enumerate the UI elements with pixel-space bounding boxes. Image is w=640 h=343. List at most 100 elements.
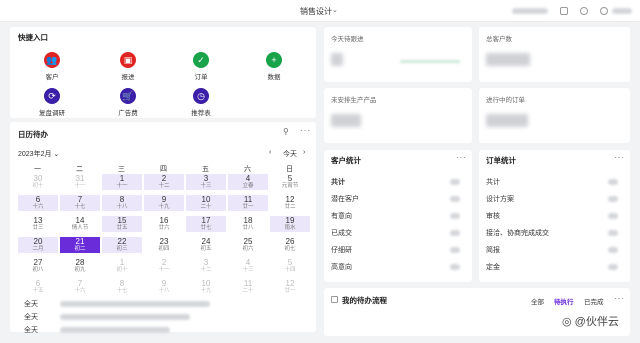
- calendar-day[interactable]: 2 十二: [144, 174, 184, 190]
- stat-row[interactable]: 已成交: [324, 226, 472, 238]
- calendar-day[interactable]: 5 元宵节: [270, 174, 310, 190]
- stat-card-unscheduled[interactable]: 未安排生产产品: [324, 88, 472, 143]
- next-month-icon[interactable]: ›: [303, 149, 305, 156]
- calendar-day[interactable]: 6 十六: [18, 195, 58, 211]
- quick-entry-item[interactable]: ▣ 报进: [108, 52, 148, 81]
- calendar-day-today[interactable]: 21 初二: [60, 237, 100, 253]
- day-number: 20: [33, 237, 43, 246]
- month-selector[interactable]: 2023年2月 ⌄: [18, 149, 59, 159]
- calendar-day[interactable]: 8 十八: [102, 195, 142, 211]
- todo-item[interactable]: 全天: [10, 324, 316, 336]
- stat-row[interactable]: 定金: [479, 260, 630, 272]
- calendar-day[interactable]: 7 十七: [60, 195, 100, 211]
- calendar-day[interactable]: 26 初七: [270, 237, 310, 253]
- calendar-day[interactable]: 12 廿一: [270, 279, 310, 295]
- todo-item[interactable]: 全天: [10, 298, 316, 310]
- lunar-date: 二十: [242, 288, 254, 294]
- quick-entry-item[interactable]: 🛒 广告费: [108, 88, 148, 117]
- calendar-day[interactable]: 15 廿五: [102, 216, 142, 232]
- more-icon[interactable]: ···: [614, 294, 625, 303]
- calendar-day[interactable]: 13 廿三: [18, 216, 58, 232]
- calendar-day[interactable]: 20 二月: [18, 237, 58, 253]
- quick-entry-item[interactable]: ◷ 推荐表: [181, 88, 221, 117]
- calendar-day[interactable]: 4 立春: [228, 174, 268, 190]
- stat-row[interactable]: 共计: [324, 175, 472, 187]
- todo-time: 全天: [24, 327, 38, 334]
- avatar[interactable]: [600, 7, 608, 15]
- stat-row-value: [608, 230, 618, 236]
- calendar-day[interactable]: 5 十四: [270, 258, 310, 274]
- day-number: 12: [285, 279, 295, 288]
- calendar-day[interactable]: 30 初十: [18, 174, 58, 190]
- quick-entry-item[interactable]: + 数据: [254, 52, 294, 81]
- more-icon[interactable]: ···: [456, 153, 467, 162]
- stat-row[interactable]: 设计方案: [479, 192, 630, 204]
- calendar-day[interactable]: 12 廿二: [270, 195, 310, 211]
- quick-entry-item[interactable]: ✓ 订单: [181, 52, 221, 81]
- calendar-day[interactable]: 9 十九: [144, 195, 184, 211]
- day-number: 14: [75, 216, 85, 225]
- checkbox[interactable]: [331, 296, 338, 303]
- more-icon[interactable]: ···: [300, 126, 311, 135]
- day-number: 5: [287, 174, 293, 183]
- prev-month-icon[interactable]: ‹: [269, 149, 271, 156]
- calendar-day[interactable]: 9 十八: [144, 279, 184, 295]
- calendar-day[interactable]: 3 十三: [186, 174, 226, 190]
- chevron-down-icon[interactable]: ⌄: [332, 6, 338, 14]
- quick-entry-item[interactable]: ⟳ 复盘调研: [32, 88, 72, 117]
- quick-entry-item[interactable]: 👥 客户: [32, 52, 72, 81]
- calendar-day[interactable]: 28 初九: [60, 258, 100, 274]
- todo-item[interactable]: 全天: [10, 311, 316, 323]
- calendar-day[interactable]: 4 十三: [228, 258, 268, 274]
- more-icon[interactable]: ···: [614, 153, 625, 162]
- calendar-day[interactable]: 16 廿六: [144, 216, 184, 232]
- calendar-day[interactable]: 22 初三: [102, 237, 142, 253]
- calendar-day[interactable]: 17 廿七: [186, 216, 226, 232]
- calendar-day[interactable]: 1 初十: [102, 258, 142, 274]
- stat-row[interactable]: 有意向: [324, 209, 472, 221]
- calendar-day[interactable]: 6 十五: [18, 279, 58, 295]
- tab-all[interactable]: 全部: [531, 296, 544, 306]
- tab-pending[interactable]: 待执行: [554, 296, 574, 306]
- calendar-day[interactable]: 14 情人节: [60, 216, 100, 232]
- calendar-day[interactable]: 3 十二: [186, 258, 226, 274]
- stat-row[interactable]: 潜在客户: [324, 192, 472, 204]
- stat-row[interactable]: 共计: [479, 175, 630, 187]
- calendar-day[interactable]: 25 初六: [228, 237, 268, 253]
- calendar-day[interactable]: 10 二十: [186, 195, 226, 211]
- calendar-day[interactable]: 1 十一: [102, 174, 142, 190]
- lunar-date: 初十: [32, 183, 44, 189]
- topbar-link[interactable]: [512, 8, 548, 14]
- calendar-day[interactable]: 8 十七: [102, 279, 142, 295]
- calendar-day[interactable]: 11 二十: [228, 279, 268, 295]
- stat-card-customers[interactable]: 总客户数: [479, 27, 630, 82]
- calendar-day[interactable]: 23 初四: [144, 237, 184, 253]
- search-icon[interactable]: ⚲: [283, 127, 290, 136]
- day-number: 12: [285, 195, 295, 204]
- today-button[interactable]: 今天: [283, 149, 297, 159]
- stat-row[interactable]: 高意向: [324, 260, 472, 272]
- app-title[interactable]: 销售设计: [300, 6, 332, 17]
- stat-row[interactable]: 审核: [479, 209, 630, 221]
- stat-row[interactable]: 仔细研: [324, 243, 472, 255]
- calendar-day[interactable]: 27 初八: [18, 258, 58, 274]
- calendar-day[interactable]: 31 十一: [60, 174, 100, 190]
- watermark: ◎ @伙伴云: [562, 316, 619, 328]
- stat-row[interactable]: 接洽、协商完成成交: [479, 226, 630, 238]
- calendar-day[interactable]: 19 雨水: [270, 216, 310, 232]
- calendar-day[interactable]: 11 廿一: [228, 195, 268, 211]
- calendar-day[interactable]: 7 十六: [60, 279, 100, 295]
- calendar-day[interactable]: 18 廿八: [228, 216, 268, 232]
- stat-label: 总客户数: [486, 36, 512, 43]
- stat-card-followup[interactable]: 今天待跟进: [324, 27, 472, 82]
- stat-card-orders[interactable]: 进行中的订单: [479, 88, 630, 143]
- calendar-day[interactable]: 2 十一: [144, 258, 184, 274]
- tab-done[interactable]: 已完成: [584, 296, 604, 306]
- lunar-date: 二月: [32, 246, 44, 252]
- help-icon[interactable]: [580, 7, 588, 15]
- stat-row[interactable]: 简报: [479, 243, 630, 255]
- user-name[interactable]: [612, 8, 632, 14]
- notification-icon[interactable]: [560, 7, 568, 15]
- calendar-day[interactable]: 24 初五: [186, 237, 226, 253]
- calendar-day[interactable]: 10 十九: [186, 279, 226, 295]
